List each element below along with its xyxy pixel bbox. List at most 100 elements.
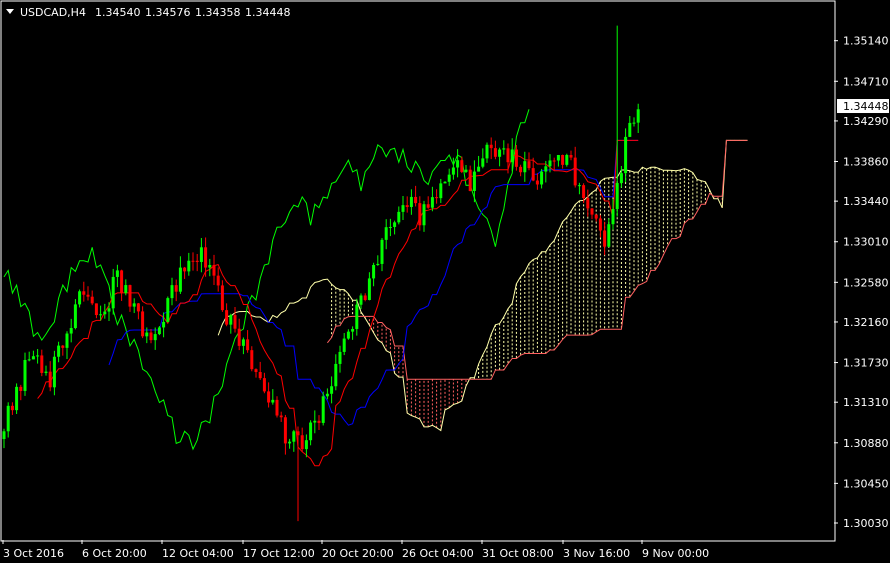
candle-body — [36, 355, 40, 357]
y-tick-label: 1.34710 — [843, 75, 889, 88]
candle-body — [52, 356, 56, 388]
ohlc-open: 1.34540 — [95, 6, 141, 19]
candle-body — [405, 205, 409, 208]
candle-body — [61, 345, 65, 348]
candle-body — [586, 198, 590, 209]
candle-body — [128, 285, 132, 307]
candle-body — [489, 144, 493, 149]
candle-body — [216, 275, 220, 286]
candle-body — [204, 247, 208, 268]
candle-body — [321, 396, 325, 423]
candle-body — [514, 149, 518, 167]
candle-body — [246, 339, 250, 351]
candle-body — [65, 333, 69, 348]
candle-body — [317, 420, 321, 423]
candle-body — [590, 208, 594, 215]
candle-body — [451, 167, 455, 175]
candle-body — [6, 405, 10, 432]
candle-body — [460, 160, 464, 172]
candle-body — [82, 291, 86, 295]
candle-body — [229, 315, 233, 325]
candle-body — [283, 417, 287, 444]
candle-body — [552, 160, 556, 162]
candle-body — [183, 267, 187, 272]
candle-body — [187, 260, 191, 272]
x-tick-label: 31 Oct 08:00 — [482, 547, 554, 560]
candle-body — [624, 136, 628, 174]
current-price-label: 1.34448 — [843, 100, 889, 113]
candle-body — [19, 386, 23, 391]
x-tick-label: 3 Nov 16:00 — [563, 547, 630, 560]
x-tick-label: 17 Oct 12:00 — [243, 547, 315, 560]
chart-background — [0, 0, 890, 563]
candle-body — [120, 270, 124, 294]
candle-body — [502, 148, 506, 150]
x-tick-label: 6 Oct 20:00 — [82, 547, 147, 560]
candle-body — [481, 158, 485, 167]
candle-body — [594, 214, 598, 219]
candle-body — [556, 155, 560, 161]
candle-body — [506, 148, 510, 163]
candle-body — [267, 391, 271, 403]
current-price-badge: 1.34448 — [837, 99, 889, 114]
candle-body — [384, 227, 388, 240]
price-chart[interactable]: 1.35140 1.34710 1.34290 1.33860 1.33440 1.330… — [0, 0, 890, 563]
candle-body — [309, 422, 313, 441]
candle-body — [485, 144, 489, 159]
candle-body — [523, 161, 527, 173]
candle-body — [603, 230, 607, 247]
y-tick-label: 1.32160 — [843, 316, 889, 329]
candle-body — [565, 155, 569, 165]
candle-body — [178, 267, 182, 292]
candle-body — [418, 203, 422, 226]
candle-body — [254, 369, 258, 373]
candle-body — [275, 399, 279, 416]
candle-body — [15, 386, 19, 411]
candle-body — [510, 149, 514, 163]
candle-body — [447, 174, 451, 182]
y-tick-label: 1.34290 — [843, 115, 889, 128]
candle-body — [27, 359, 31, 361]
y-tick-label: 1.35140 — [843, 35, 889, 48]
y-tick-label: 1.33440 — [843, 195, 889, 208]
candle-body — [632, 122, 636, 124]
candle-body — [401, 205, 405, 212]
candle-body — [262, 378, 266, 392]
candle-body — [153, 334, 157, 341]
candle-body — [439, 183, 443, 199]
candle-body — [472, 171, 476, 191]
candle-body — [103, 311, 107, 315]
candle-body — [598, 218, 602, 231]
candle-body — [548, 160, 552, 167]
candle-body — [132, 303, 136, 307]
candle-body — [456, 160, 460, 168]
candle-body — [393, 222, 397, 227]
candle-body — [527, 161, 531, 169]
candle-body — [519, 166, 523, 173]
y-tick-label: 1.30880 — [843, 437, 889, 450]
candle-body — [611, 209, 615, 225]
candle-body — [619, 173, 623, 184]
candle-body — [325, 393, 329, 397]
candle-body — [464, 169, 468, 172]
candle-body — [334, 363, 338, 387]
candle-body — [380, 239, 384, 264]
x-tick-label: 20 Oct 20:00 — [322, 547, 394, 560]
candle-body — [531, 168, 535, 181]
candle-body — [573, 157, 577, 186]
candle-body — [233, 315, 237, 329]
candle-body — [636, 109, 640, 123]
ohlc-close: 1.34448 — [245, 6, 291, 19]
candle-body — [99, 314, 103, 316]
candle-body — [241, 339, 245, 346]
candle-body — [250, 350, 254, 370]
y-tick-label: 1.30030 — [843, 517, 889, 530]
candle-body — [346, 331, 350, 339]
candle-body — [577, 185, 581, 187]
candle-body — [31, 356, 35, 360]
chart-header: USDCAD,H4 1.34540 1.34576 1.34358 1.3444… — [6, 6, 291, 19]
x-tick-label: 9 Nov 00:00 — [642, 547, 709, 560]
candle-body — [351, 328, 355, 332]
candle-body — [359, 295, 363, 305]
candle-body — [468, 169, 472, 191]
